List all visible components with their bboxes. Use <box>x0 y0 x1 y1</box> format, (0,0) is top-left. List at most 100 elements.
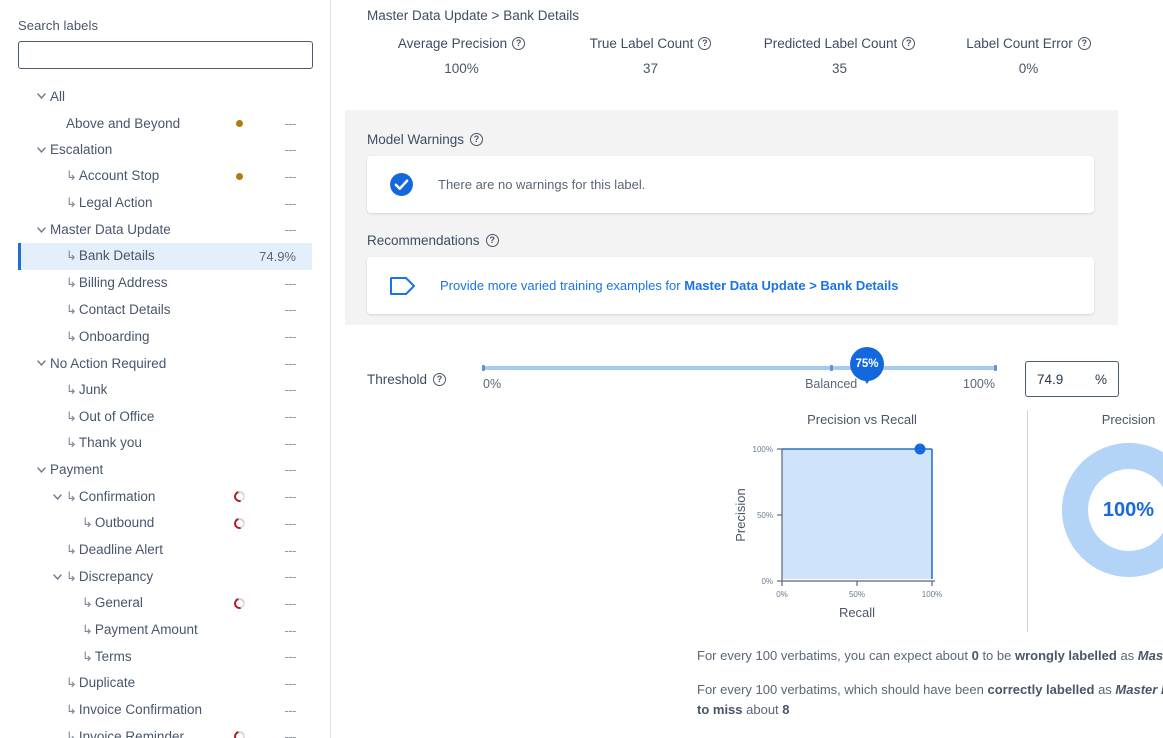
sidebar-item-master-data-update[interactable]: Master Data Update--- <box>18 216 312 243</box>
metric-label-count-error: Label Count Error? 0% <box>934 36 1123 76</box>
slider-axis-label: 100% <box>963 377 995 391</box>
child-arrow-icon: ↳ <box>66 542 77 557</box>
tag-label-icon <box>389 276 416 296</box>
sidebar-item-label: ↳Junk <box>66 382 107 398</box>
sidebar-item-label: ↳Deadline Alert <box>66 542 163 558</box>
sidebar-item-all[interactable]: All <box>18 83 312 110</box>
footer-explanations: For every 100 verbatims, you can expect … <box>697 646 1163 734</box>
sidebar-item-value: --- <box>250 142 296 157</box>
pr-xtick-50: 50% <box>849 590 865 599</box>
sidebar-item-payment[interactable]: Payment--- <box>18 457 312 484</box>
f1b: to be <box>979 648 1015 663</box>
sidebar-item-no-action-required[interactable]: No Action Required--- <box>18 350 312 377</box>
f2n: 8 <box>782 702 789 717</box>
sidebar-item-label: ↳Account Stop <box>66 168 159 184</box>
sidebar-item-deadline-alert[interactable]: ↳Deadline Alert--- <box>18 537 312 564</box>
help-icon[interactable]: ? <box>1078 37 1091 50</box>
threshold-input-box[interactable]: 74.9 % <box>1025 361 1119 397</box>
sidebar-item-onboarding[interactable]: ↳Onboarding--- <box>18 323 312 350</box>
child-arrow-icon: ↳ <box>66 302 77 317</box>
sidebar-item-label: ↳General <box>82 595 143 611</box>
sidebar-item-terms[interactable]: ↳Terms--- <box>18 643 312 670</box>
sidebar-item-legal-action[interactable]: ↳Legal Action--- <box>18 190 312 217</box>
check-circle-icon <box>389 172 414 197</box>
sidebar-item-discrepancy[interactable]: ↳Discrepancy--- <box>18 563 312 590</box>
sidebar-item-value: --- <box>250 116 296 131</box>
label-tree: AllAbove and Beyond---Escalation---↳Acco… <box>18 83 312 738</box>
metric-value: 0% <box>934 61 1123 76</box>
pr-xtick-100: 100% <box>922 590 942 599</box>
sidebar-item-payment-amount[interactable]: ↳Payment Amount--- <box>18 617 312 644</box>
chevron-down-icon[interactable] <box>32 360 50 366</box>
loading-spinner-icon <box>228 731 250 738</box>
chevron-down-icon[interactable] <box>48 574 66 580</box>
sidebar-item-value: --- <box>250 729 296 738</box>
sidebar-item-value: --- <box>250 516 296 531</box>
sidebar-item-label: ↳Outbound <box>82 515 154 531</box>
sidebar-item-billing-address[interactable]: ↳Billing Address--- <box>18 270 312 297</box>
chevron-down-icon[interactable] <box>48 494 66 500</box>
chevron-down-icon[interactable] <box>32 227 50 233</box>
help-icon[interactable]: ? <box>433 373 446 386</box>
f1n: 0 <box>972 648 979 663</box>
metric-label: Label Count Error? <box>934 36 1123 51</box>
chevron-down-icon[interactable] <box>32 467 50 473</box>
help-icon[interactable]: ? <box>486 234 499 247</box>
sidebar-item-junk[interactable]: ↳Junk--- <box>18 377 312 404</box>
threshold-label: Threshold ? <box>367 372 477 387</box>
sidebar-item-escalation[interactable]: Escalation--- <box>18 136 312 163</box>
chevron-down-icon[interactable] <box>32 147 50 153</box>
metric-value: 35 <box>745 61 934 76</box>
slider-value-bubble: 75% <box>850 347 884 381</box>
sidebar-item-contact-details[interactable]: ↳Contact Details--- <box>18 297 312 324</box>
metric-label-text: Predicted Label Count <box>764 36 898 51</box>
sidebar-item-invoice-reminder[interactable]: ↳Invoice Reminder--- <box>18 724 312 738</box>
model-warnings-card: There are no warnings for this label. <box>367 156 1094 213</box>
search-labels-title: Search labels <box>18 18 312 33</box>
chevron-down-icon[interactable] <box>32 93 50 99</box>
sidebar-item-value: 74.9% <box>250 249 296 264</box>
sidebar-item-value: --- <box>250 676 296 691</box>
threshold-input-value[interactable]: 74.9 <box>1037 372 1063 387</box>
f2b1: correctly labelled <box>988 682 1095 697</box>
help-icon[interactable]: ? <box>698 37 711 50</box>
metrics-row: Average Precision?100%True Label Count?3… <box>367 36 1123 76</box>
sidebar-item-account-stop[interactable]: ↳Account Stop--- <box>18 163 312 190</box>
threshold-input-unit: % <box>1095 372 1107 387</box>
threshold-slider[interactable]: 75% 0%Balanced100% <box>483 366 995 393</box>
recommendation-link[interactable]: Provide more varied training examples fo… <box>440 278 898 293</box>
precision-recall-title: Precision vs Recall <box>697 412 1027 427</box>
slider-bubble-value: 75% <box>850 347 884 381</box>
slider-track[interactable] <box>483 366 995 370</box>
sidebar-item-bank-details[interactable]: ↳Bank Details74.9% <box>18 243 312 270</box>
sidebar-item-value: --- <box>250 649 296 664</box>
sidebar-item-above-and-beyond[interactable]: Above and Beyond --- <box>18 110 312 137</box>
help-icon[interactable]: ? <box>470 133 483 146</box>
metric-value: 100% <box>367 61 556 76</box>
metric-label-text: True Label Count <box>590 36 694 51</box>
sidebar-item-label: All <box>50 89 65 104</box>
child-arrow-icon: ↳ <box>66 489 77 504</box>
metric-label: Predicted Label Count? <box>745 36 934 51</box>
child-arrow-icon: ↳ <box>66 702 77 717</box>
sidebar-item-outbound[interactable]: ↳Outbound --- <box>18 510 312 537</box>
sidebar-item-value: --- <box>250 596 296 611</box>
slider-tick <box>830 365 833 371</box>
sidebar-item-general[interactable]: ↳General --- <box>18 590 312 617</box>
sidebar-item-label: Above and Beyond <box>66 116 180 131</box>
sidebar-item-confirmation[interactable]: ↳Confirmation--- <box>18 483 312 510</box>
search-input[interactable] <box>18 41 313 69</box>
child-arrow-icon: ↳ <box>66 729 77 738</box>
pr-ytick-0: 0% <box>761 577 773 586</box>
sidebar-item-label: ↳Invoice Confirmation <box>66 702 202 718</box>
slider-tick <box>482 365 485 371</box>
help-icon[interactable]: ? <box>902 37 915 50</box>
sidebar-item-invoice-confirmation[interactable]: ↳Invoice Confirmation--- <box>18 697 312 724</box>
sidebar-item-value: --- <box>250 302 296 317</box>
sidebar-item-out-of-office[interactable]: ↳Out of Office--- <box>18 403 312 430</box>
metric-predicted-label-count: Predicted Label Count? 35 <box>745 36 934 76</box>
sidebar-item-thank-you[interactable]: ↳Thank you--- <box>18 430 312 457</box>
breadcrumb: Master Data Update > Bank Details <box>367 8 579 23</box>
sidebar-item-duplicate[interactable]: ↳Duplicate--- <box>18 670 312 697</box>
help-icon[interactable]: ? <box>512 37 525 50</box>
